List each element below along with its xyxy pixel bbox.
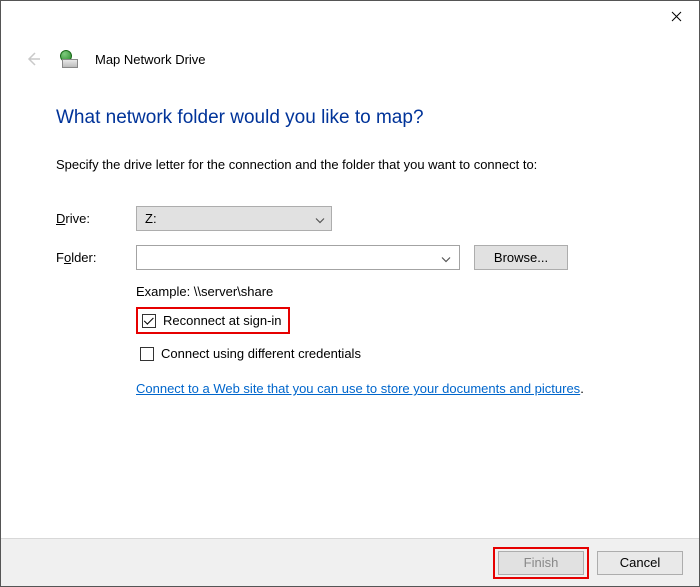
chevron-down-icon (441, 250, 451, 265)
browse-button[interactable]: Browse... (474, 245, 568, 270)
reconnect-checkbox[interactable] (142, 314, 156, 328)
chevron-down-icon (315, 211, 325, 226)
close-icon (671, 11, 682, 22)
cancel-label: Cancel (620, 555, 660, 570)
folder-label: Folder: (56, 250, 136, 265)
drive-select[interactable]: Z: (136, 206, 332, 231)
dialog-title: Map Network Drive (95, 52, 206, 67)
finish-label: Finish (524, 555, 559, 570)
footer: Finish Cancel (1, 538, 699, 586)
back-button (23, 49, 43, 69)
close-button[interactable] (653, 1, 699, 31)
drive-value: Z: (145, 211, 157, 226)
cancel-button[interactable]: Cancel (597, 551, 683, 575)
network-drive-icon (59, 50, 79, 68)
reconnect-label: Reconnect at sign-in (163, 313, 282, 328)
back-arrow-icon (25, 51, 41, 67)
finish-button[interactable]: Finish (498, 551, 584, 575)
credentials-checkbox[interactable] (140, 347, 154, 361)
finish-highlight: Finish (493, 547, 589, 579)
page-subtext: Specify the drive letter for the connect… (56, 157, 659, 172)
connect-website-link[interactable]: Connect to a Web site that you can use t… (136, 381, 580, 396)
folder-combobox[interactable] (136, 245, 460, 270)
example-text: Example: \\server\share (136, 284, 659, 299)
header: Map Network Drive (23, 49, 206, 69)
browse-label: Browse... (494, 250, 548, 265)
link-period: . (580, 381, 584, 396)
credentials-label: Connect using different credentials (161, 346, 361, 361)
drive-label: Drive: (56, 211, 136, 226)
reconnect-row: Reconnect at sign-in (136, 307, 290, 334)
credentials-row: Connect using different credentials (136, 342, 367, 365)
page-heading: What network folder would you like to ma… (56, 107, 659, 129)
